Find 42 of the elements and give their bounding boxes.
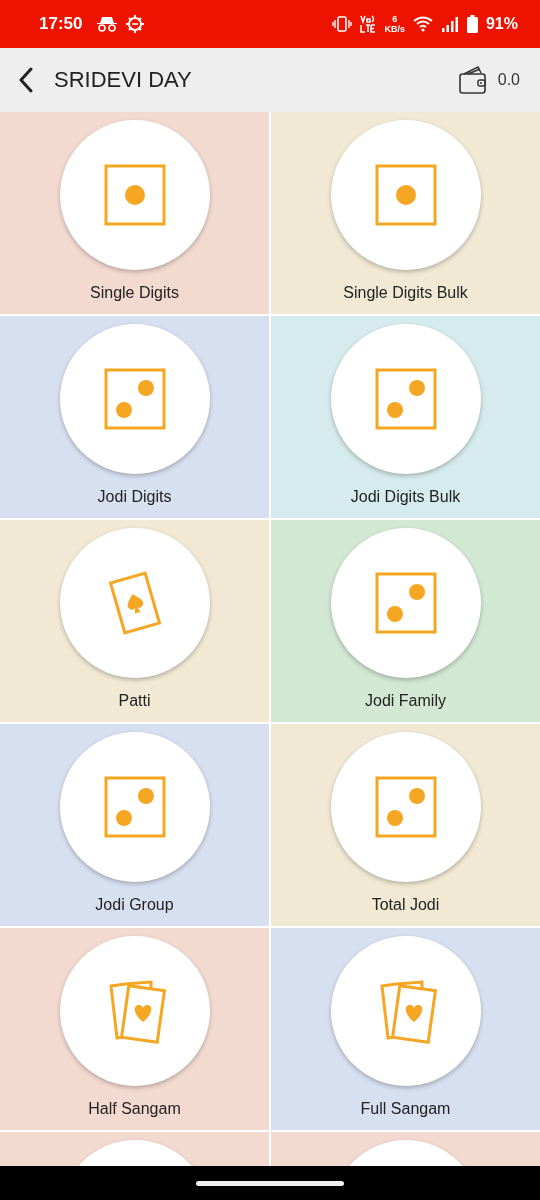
tile-label: Jodi Group xyxy=(95,896,174,914)
tile-label: Jodi Digits Bulk xyxy=(350,488,461,506)
network-speed-unit: KB/s xyxy=(384,24,405,34)
screen-title: SRIDEVI DAY xyxy=(54,67,192,93)
volte-icon xyxy=(360,15,377,33)
battery-icon xyxy=(466,15,478,33)
die-icon xyxy=(103,776,166,838)
game-tile[interactable]: Jodi Digits Bulk xyxy=(271,316,540,518)
game-tile[interactable]: Total Jodi xyxy=(271,724,540,926)
network-speed-value: 6 xyxy=(392,14,398,24)
game-tile[interactable]: Single Digits xyxy=(0,112,269,314)
die-icon xyxy=(374,572,437,634)
game-tile[interactable]: Jodi Family xyxy=(271,520,540,722)
vibrate-icon xyxy=(332,16,353,32)
die-icon xyxy=(374,368,437,430)
die-icon xyxy=(374,776,437,838)
tile-label: Total Jodi xyxy=(371,896,440,914)
tile-label: Half Sangam xyxy=(88,1100,181,1118)
tile-label: Single Digits xyxy=(90,284,179,302)
tile-label: Jodi Digits xyxy=(97,488,172,506)
die-icon xyxy=(103,164,166,226)
game-tile[interactable]: Single Digits Bulk xyxy=(271,112,540,314)
die-icon xyxy=(103,368,166,430)
game-tile[interactable]: Half Sangam xyxy=(0,928,269,1130)
tile-label: Full Sangam xyxy=(360,1100,451,1118)
game-tile[interactable]: Full Sangam xyxy=(271,928,540,1130)
tile-label: Single Digits Bulk xyxy=(343,284,468,302)
incognito-icon xyxy=(96,16,119,32)
wallet-balance: 0.0 xyxy=(497,71,520,89)
tile-label: Jodi Family xyxy=(365,692,446,710)
game-tile[interactable]: Patti xyxy=(0,520,269,722)
die-icon xyxy=(374,164,437,226)
wifi-icon xyxy=(412,16,433,32)
tile-label: Patti xyxy=(118,692,151,710)
game-tile[interactable]: Jodi Digits xyxy=(0,316,269,518)
gear-icon xyxy=(126,15,145,33)
status-time: 17:50 xyxy=(39,14,83,34)
home-indicator[interactable] xyxy=(196,1180,344,1186)
wallet-icon[interactable] xyxy=(457,66,488,94)
signal-icon xyxy=(440,16,459,32)
game-tile[interactable]: Jodi Group xyxy=(0,724,269,926)
battery-percent: 91% xyxy=(485,15,518,33)
